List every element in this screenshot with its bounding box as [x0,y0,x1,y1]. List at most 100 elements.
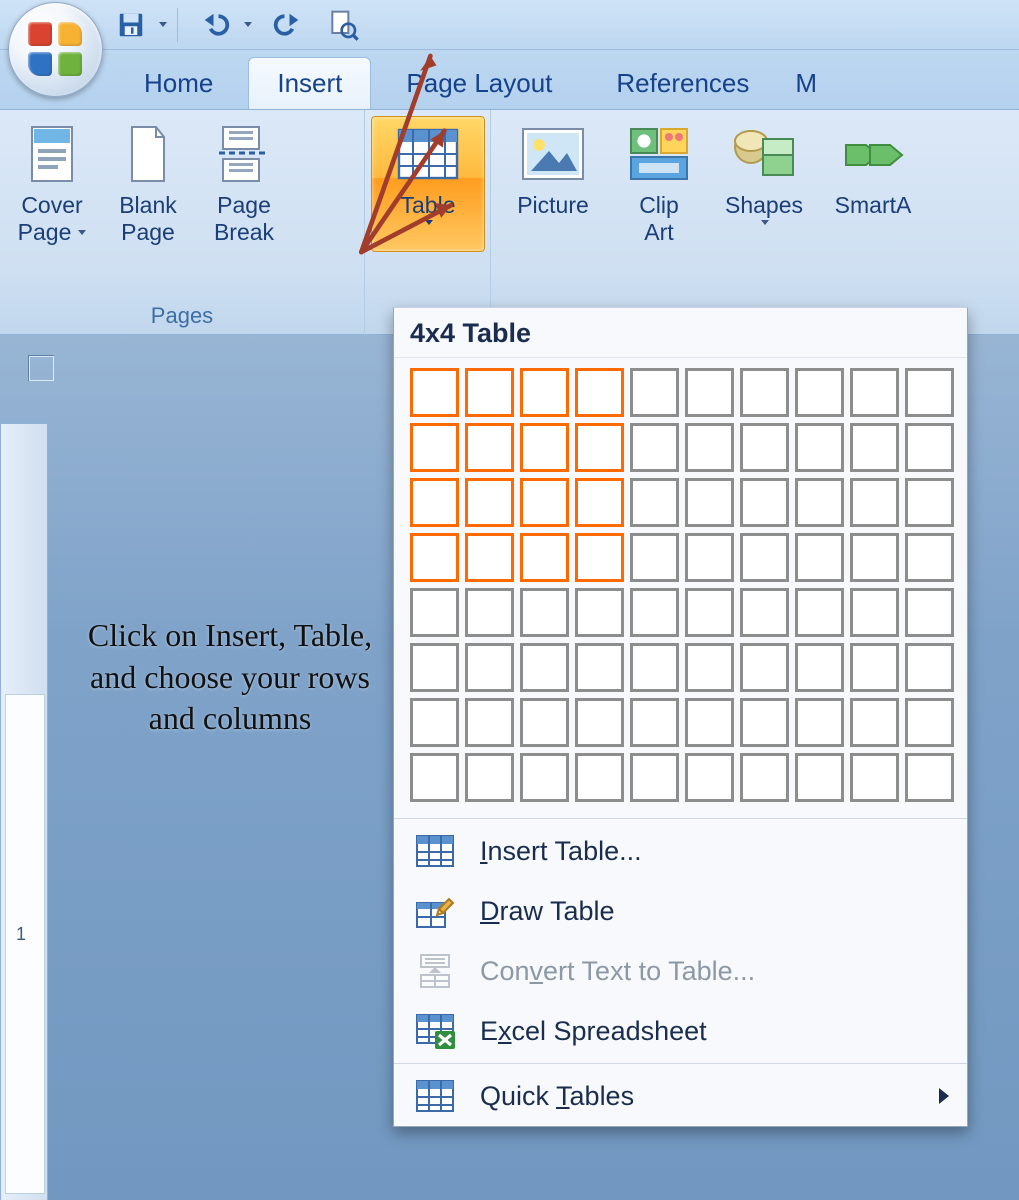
grid-cell[interactable] [850,423,899,472]
grid-cell[interactable] [520,533,569,582]
tab-home[interactable]: Home [115,57,242,109]
grid-cell[interactable] [630,588,679,637]
grid-cell[interactable] [575,368,624,417]
vertical-ruler[interactable]: 1 [0,423,48,1200]
grid-cell[interactable] [905,423,954,472]
grid-cell[interactable] [850,588,899,637]
grid-cell[interactable] [795,753,844,802]
grid-cell[interactable] [905,588,954,637]
table-size-grid[interactable] [394,358,967,816]
qat-redo-button[interactable] [266,4,308,46]
grid-cell[interactable] [740,478,789,527]
grid-cell[interactable] [410,478,459,527]
grid-cell[interactable] [795,533,844,582]
grid-cell[interactable] [795,588,844,637]
grid-cell[interactable] [905,533,954,582]
tab-more[interactable]: M [784,57,828,109]
grid-cell[interactable] [520,588,569,637]
grid-cell[interactable] [575,533,624,582]
cover-page-button[interactable]: Cover Page [6,116,98,252]
qat-undo-button[interactable] [195,4,237,46]
grid-cell[interactable] [795,698,844,747]
page-break-button[interactable]: Page Break [198,116,290,252]
grid-cell[interactable] [465,588,514,637]
grid-cell[interactable] [850,753,899,802]
tab-insert[interactable]: Insert [248,57,371,109]
qat-undo-caret-icon[interactable] [244,22,252,27]
grid-cell[interactable] [465,753,514,802]
grid-cell[interactable] [795,643,844,692]
grid-cell[interactable] [630,698,679,747]
menu-insert-table[interactable]: IInsert Table...nsert Table... [394,821,967,881]
grid-cell[interactable] [575,478,624,527]
qat-customize-caret-icon[interactable] [159,22,167,27]
grid-cell[interactable] [685,643,734,692]
grid-cell[interactable] [630,368,679,417]
grid-cell[interactable] [905,753,954,802]
grid-cell[interactable] [685,423,734,472]
grid-cell[interactable] [575,698,624,747]
grid-cell[interactable] [850,368,899,417]
grid-cell[interactable] [740,588,789,637]
grid-cell[interactable] [740,698,789,747]
grid-cell[interactable] [520,698,569,747]
grid-cell[interactable] [740,533,789,582]
grid-cell[interactable] [905,698,954,747]
tab-references[interactable]: References [587,57,778,109]
grid-cell[interactable] [465,533,514,582]
grid-cell[interactable] [795,368,844,417]
grid-cell[interactable] [575,753,624,802]
office-button[interactable] [8,2,103,97]
grid-cell[interactable] [465,423,514,472]
grid-cell[interactable] [795,478,844,527]
table-button[interactable]: Table [371,116,485,252]
picture-button[interactable]: Picture [497,116,609,252]
grid-cell[interactable] [685,588,734,637]
menu-draw-table[interactable]: DDraw Tableraw Table [394,881,967,941]
grid-cell[interactable] [465,478,514,527]
grid-cell[interactable] [630,533,679,582]
grid-cell[interactable] [520,368,569,417]
grid-cell[interactable] [905,368,954,417]
clip-art-button[interactable]: Clip Art [613,116,705,252]
grid-cell[interactable] [465,643,514,692]
grid-cell[interactable] [795,423,844,472]
grid-cell[interactable] [520,423,569,472]
grid-cell[interactable] [520,478,569,527]
grid-cell[interactable] [630,478,679,527]
shapes-button[interactable]: Shapes [709,116,819,252]
grid-cell[interactable] [575,643,624,692]
grid-cell[interactable] [575,423,624,472]
grid-cell[interactable] [740,753,789,802]
grid-cell[interactable] [465,698,514,747]
menu-excel-spreadsheet[interactable]: ExExcel Spreadsheetcel Spreadsheet [394,1001,967,1061]
menu-quick-tables[interactable]: Quick TQuick Tablesables [394,1066,967,1126]
grid-cell[interactable] [905,643,954,692]
grid-cell[interactable] [410,533,459,582]
grid-cell[interactable] [630,423,679,472]
grid-cell[interactable] [410,698,459,747]
grid-cell[interactable] [520,753,569,802]
grid-cell[interactable] [850,643,899,692]
grid-cell[interactable] [905,478,954,527]
grid-cell[interactable] [685,533,734,582]
grid-cell[interactable] [410,588,459,637]
grid-cell[interactable] [630,643,679,692]
grid-cell[interactable] [685,368,734,417]
grid-cell[interactable] [410,753,459,802]
grid-cell[interactable] [740,368,789,417]
smartart-button[interactable]: SmartA [823,116,923,252]
grid-cell[interactable] [630,753,679,802]
grid-cell[interactable] [465,368,514,417]
grid-cell[interactable] [850,533,899,582]
blank-page-button[interactable]: Blank Page [102,116,194,252]
grid-cell[interactable] [685,753,734,802]
tab-page-layout[interactable]: Page Layout [377,57,581,109]
grid-cell[interactable] [740,423,789,472]
qat-save-button[interactable] [110,4,152,46]
qat-print-preview-button[interactable] [322,4,364,46]
grid-cell[interactable] [850,698,899,747]
grid-cell[interactable] [685,478,734,527]
grid-cell[interactable] [685,698,734,747]
grid-cell[interactable] [520,643,569,692]
